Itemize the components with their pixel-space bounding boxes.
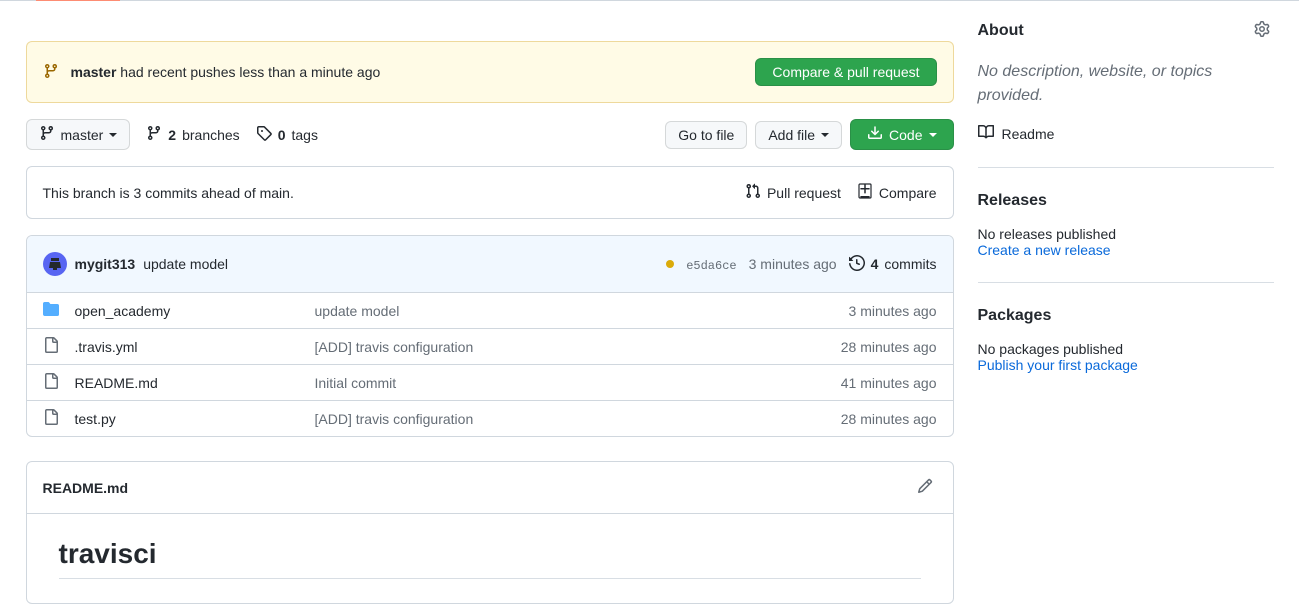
branch-icon (43, 63, 59, 82)
download-icon (867, 125, 883, 144)
file-list-box: mygit313 update model e5da6ce 3 minutes … (26, 235, 954, 437)
readme-link[interactable]: Readme (978, 124, 1274, 143)
file-commit-msg-link[interactable]: Initial commit (315, 375, 397, 391)
book-icon (978, 124, 994, 143)
compare-pull-request-button[interactable]: Compare & pull request (755, 58, 936, 86)
about-section: About No description, website, or topics… (978, 17, 1274, 168)
recent-push-banner: master had recent pushes less than a min… (26, 41, 954, 103)
file-row: open_academy update model 3 minutes ago (27, 293, 953, 329)
commit-time: 3 minutes ago (749, 256, 837, 272)
pull-request-icon (745, 183, 761, 202)
latest-commit-header: mygit313 update model e5da6ce 3 minutes … (27, 236, 953, 293)
packages-section: Packages No packages published Publish y… (978, 307, 1274, 397)
branches-link[interactable]: 2 branches (146, 125, 239, 144)
file-row: README.md Initial commit 41 minutes ago (27, 365, 953, 401)
status-pending-icon[interactable] (666, 260, 674, 268)
about-description: No description, website, or topics provi… (978, 60, 1274, 108)
file-commit-msg-link[interactable]: update model (315, 303, 400, 319)
diff-icon (857, 183, 873, 202)
history-icon (849, 255, 865, 274)
packages-text: No packages published (978, 341, 1274, 357)
file-time: 3 minutes ago (849, 303, 937, 319)
tags-link[interactable]: 0 tags (256, 125, 318, 144)
pull-request-link[interactable]: Pull request (745, 183, 841, 202)
add-file-button[interactable]: Add file (755, 121, 842, 149)
file-row: test.py [ADD] travis configuration 28 mi… (27, 401, 953, 436)
commit-sha-link[interactable]: e5da6ce (686, 256, 736, 273)
branch-icon (39, 125, 55, 144)
tag-icon (256, 125, 272, 144)
packages-title[interactable]: Packages (978, 307, 1274, 325)
releases-section: Releases No releases published Create a … (978, 192, 1274, 283)
file-icon (43, 337, 59, 356)
releases-text: No releases published (978, 226, 1274, 242)
readme-heading: travisci (59, 538, 921, 579)
file-time: 28 minutes ago (841, 339, 937, 355)
branch-ahead-text: This branch is 3 commits ahead of main. (43, 185, 294, 201)
edit-readme-button[interactable] (913, 474, 937, 501)
file-commit-msg-link[interactable]: [ADD] travis configuration (315, 339, 474, 355)
branch-select-button[interactable]: master (26, 119, 131, 150)
gear-icon (1254, 25, 1270, 40)
caret-down-icon (821, 133, 829, 137)
commit-author-link[interactable]: mygit313 (75, 256, 136, 272)
repo-toolbar: master 2 branches 0 tags Go to f (26, 119, 954, 150)
file-icon (43, 373, 59, 392)
publish-package-link[interactable]: Publish your first package (978, 357, 1138, 373)
file-name-link[interactable]: open_academy (75, 303, 171, 319)
compare-link[interactable]: Compare (857, 183, 937, 202)
readme-filename[interactable]: README.md (43, 480, 129, 496)
file-row: .travis.yml [ADD] travis configuration 2… (27, 329, 953, 365)
branch-ahead-info: This branch is 3 commits ahead of main. … (26, 166, 954, 219)
caret-down-icon (109, 133, 117, 137)
avatar[interactable] (43, 252, 67, 276)
file-icon (43, 409, 59, 428)
file-name-link[interactable]: README.md (75, 375, 158, 391)
branch-icon (146, 125, 162, 144)
commit-message-link[interactable]: update model (143, 256, 228, 272)
readme-box: README.md travisci (26, 461, 954, 604)
caret-down-icon (929, 133, 937, 137)
settings-button[interactable] (1250, 17, 1274, 44)
file-time: 28 minutes ago (841, 411, 937, 427)
file-name-link[interactable]: .travis.yml (75, 339, 138, 355)
code-button[interactable]: Code (850, 119, 953, 150)
releases-title[interactable]: Releases (978, 192, 1274, 210)
about-title: About (978, 22, 1024, 40)
file-commit-msg-link[interactable]: [ADD] travis configuration (315, 411, 474, 427)
file-time: 41 minutes ago (841, 375, 937, 391)
flash-text: master had recent pushes less than a min… (71, 64, 381, 80)
create-release-link[interactable]: Create a new release (978, 242, 1111, 258)
folder-icon (43, 301, 59, 320)
pencil-icon (917, 482, 933, 497)
commits-link[interactable]: 4 commits (849, 255, 937, 274)
go-to-file-button[interactable]: Go to file (665, 121, 747, 149)
file-name-link[interactable]: test.py (75, 411, 116, 427)
